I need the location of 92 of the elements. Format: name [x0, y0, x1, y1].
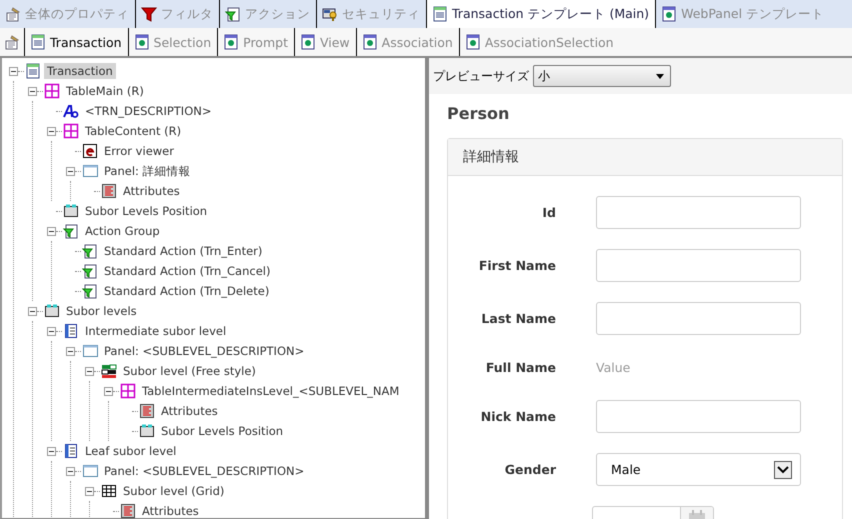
- tree-item[interactable]: Standard Action (Trn_Enter): [101, 243, 266, 259]
- collapse-icon[interactable]: [28, 306, 37, 316]
- tree-item[interactable]: Panel: <SUBLEVEL_DESCRIPTION>: [101, 463, 308, 479]
- tree-item[interactable]: Subor Levels Position: [158, 423, 286, 439]
- tree-item[interactable]: Subor levels: [63, 303, 140, 319]
- window-icon: [134, 34, 150, 50]
- collapse-icon[interactable]: [66, 346, 75, 356]
- panel-title: 詳細情報: [463, 148, 519, 166]
- collapse-icon[interactable]: [85, 486, 94, 496]
- caret-icon: [656, 74, 664, 78]
- list-icon: [101, 183, 117, 199]
- collapse-icon[interactable]: [47, 326, 56, 336]
- tree-item[interactable]: <TRN_DESCRIPTION>: [82, 103, 214, 119]
- tree-item[interactable]: Attributes: [139, 503, 202, 518]
- tree-item[interactable]: Standard Action (Trn_Cancel): [101, 263, 274, 279]
- tree-item[interactable]: Standard Action (Trn_Delete): [101, 283, 272, 299]
- action-icon: [63, 223, 79, 239]
- levels-icon: [63, 203, 79, 219]
- list-icon: [139, 403, 155, 419]
- input-field[interactable]: [596, 196, 801, 229]
- tree-item[interactable]: Intermediate subor level: [82, 323, 230, 339]
- tree-item[interactable]: Transaction: [44, 63, 116, 79]
- panel-icon: [82, 463, 98, 479]
- action-icon: [82, 283, 98, 299]
- collapse-icon[interactable]: [104, 386, 113, 396]
- gender-dropdown[interactable]: Male: [596, 453, 801, 486]
- levels-icon: [44, 303, 60, 319]
- tree-item[interactable]: Error viewer: [101, 143, 177, 159]
- field-label: Full Name: [486, 360, 556, 375]
- tree-item[interactable]: TableMain (R): [63, 83, 147, 99]
- field-label: Gender: [504, 462, 556, 477]
- field-label: First Name: [478, 258, 556, 273]
- table-icon: [63, 123, 79, 139]
- action-icon: [82, 243, 98, 259]
- window-icon: [223, 34, 240, 50]
- properties-icon[interactable]: [4, 34, 20, 50]
- collapse-icon[interactable]: [47, 446, 56, 456]
- tree-item[interactable]: Attributes: [158, 403, 221, 419]
- collapse-icon[interactable]: [66, 466, 75, 476]
- panel-icon: [82, 163, 98, 179]
- field-label: Last Name: [481, 311, 556, 326]
- form-title: Person: [447, 104, 510, 124]
- tree-item[interactable]: Attributes: [120, 183, 183, 199]
- action-icon: [225, 6, 241, 22]
- tree-item[interactable]: TableContent (R): [82, 123, 184, 139]
- level-icon: [63, 323, 79, 339]
- field-label: Nick Name: [480, 409, 556, 424]
- key-icon: [322, 6, 338, 22]
- field-label: Id: [542, 205, 556, 220]
- collapse-icon[interactable]: [47, 126, 56, 136]
- chevron-icon: [774, 460, 792, 478]
- input-field[interactable]: [596, 400, 801, 433]
- tree-item[interactable]: Subor level (Grid): [120, 483, 228, 499]
- tree-item[interactable]: TableIntermediateInsLevel_<SUBLEVEL_NAM: [139, 383, 402, 399]
- window-icon: [362, 34, 378, 50]
- collapse-icon[interactable]: [28, 86, 37, 96]
- input-field[interactable]: [596, 302, 801, 335]
- field-value: Value: [596, 360, 630, 375]
- tree-item[interactable]: Action Group: [82, 223, 163, 239]
- levels-icon: [139, 423, 155, 439]
- input-field[interactable]: [596, 249, 801, 282]
- layout-icon: [101, 363, 117, 379]
- table-icon: [44, 83, 60, 99]
- tree-item[interactable]: Panel: 詳細情報: [101, 162, 194, 180]
- collapse-icon[interactable]: [47, 226, 56, 236]
- tree-item[interactable]: Subor Levels Position: [82, 203, 210, 219]
- grid-icon: [101, 483, 117, 499]
- tab[interactable]: Transaction テンプレート (Main): [426, 0, 656, 28]
- form-icon: [25, 63, 41, 79]
- filter-icon: [141, 6, 157, 22]
- action-icon: [82, 263, 98, 279]
- tree-item[interactable]: Subor level (Free style): [120, 363, 259, 379]
- error-icon: [82, 143, 98, 159]
- preview-size-label: プレビューサイズ: [433, 68, 529, 84]
- window-icon: [464, 34, 481, 50]
- form-icon: [30, 34, 46, 50]
- tree-item[interactable]: Panel: <SUBLEVEL_DESCRIPTION>: [101, 343, 308, 359]
- level-icon: [63, 443, 79, 459]
- tab[interactable]: Transaction: [25, 28, 128, 56]
- window-icon: [300, 34, 316, 50]
- table-icon: [120, 383, 136, 399]
- collapse-icon[interactable]: [9, 66, 18, 76]
- text-icon: [63, 103, 79, 119]
- collapse-icon[interactable]: [85, 366, 94, 376]
- list-icon: [120, 503, 136, 518]
- tree-item[interactable]: Leaf subor level: [82, 443, 180, 459]
- form-icon: [432, 6, 448, 22]
- properties-icon: [5, 6, 21, 22]
- window-icon: [661, 6, 678, 22]
- preview-size-dropdown[interactable]: 小: [533, 65, 671, 87]
- panel-icon: [82, 343, 98, 359]
- collapse-icon[interactable]: [66, 166, 75, 176]
